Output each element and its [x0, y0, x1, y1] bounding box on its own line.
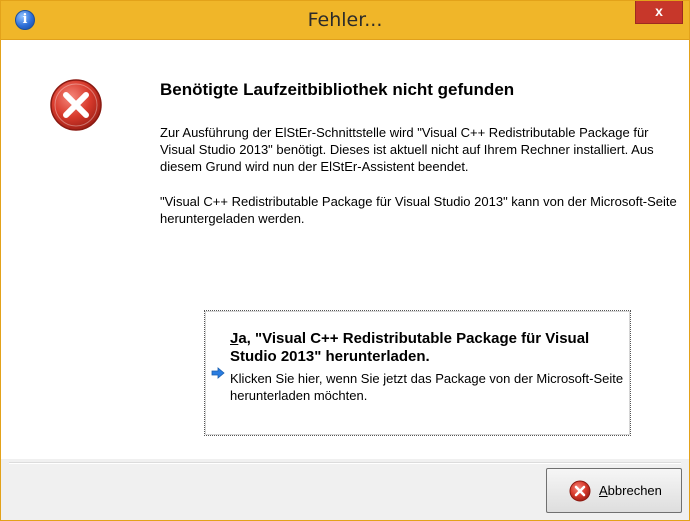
dialog-content: Benötigte Laufzeitbibliothek nicht gefun… [1, 40, 689, 459]
title-bar[interactable]: i Fehler... x [1, 1, 689, 40]
arrow-right-icon [211, 367, 225, 379]
cancel-button[interactable]: Abbrechen [546, 468, 682, 513]
footer-separator [9, 462, 681, 464]
cancel-label-text: bbrechen [607, 483, 662, 498]
message-body: Zur Ausführung der ElStEr-Schnittstelle … [160, 124, 680, 245]
error-icon [50, 79, 102, 131]
cancel-button-label: Abbrechen [599, 483, 662, 498]
cancel-mnemonic: A [599, 483, 608, 498]
command-link-title: Ja, "Visual C++ Redistributable Package … [230, 330, 625, 366]
message-paragraph-2: "Visual C++ Redistributable Package für … [160, 194, 677, 226]
message-paragraph-1: Zur Ausführung der ElStEr-Schnittstelle … [160, 125, 654, 174]
message-heading: Benötigte Laufzeitbibliothek nicht gefun… [160, 80, 515, 99]
download-command-link[interactable]: Ja, "Visual C++ Redistributable Package … [204, 310, 631, 436]
close-button[interactable]: x [635, 1, 683, 24]
error-dialog: i Fehler... x Benötigte Laufzeitbiblioth… [0, 0, 690, 521]
cancel-icon [569, 480, 591, 502]
command-link-title-text: a, "Visual C++ Redistributable Package f… [230, 330, 590, 365]
window-title: Fehler... [307, 9, 383, 31]
command-link-description: Klicken Sie hier, wenn Sie jetzt das Pac… [230, 371, 624, 403]
